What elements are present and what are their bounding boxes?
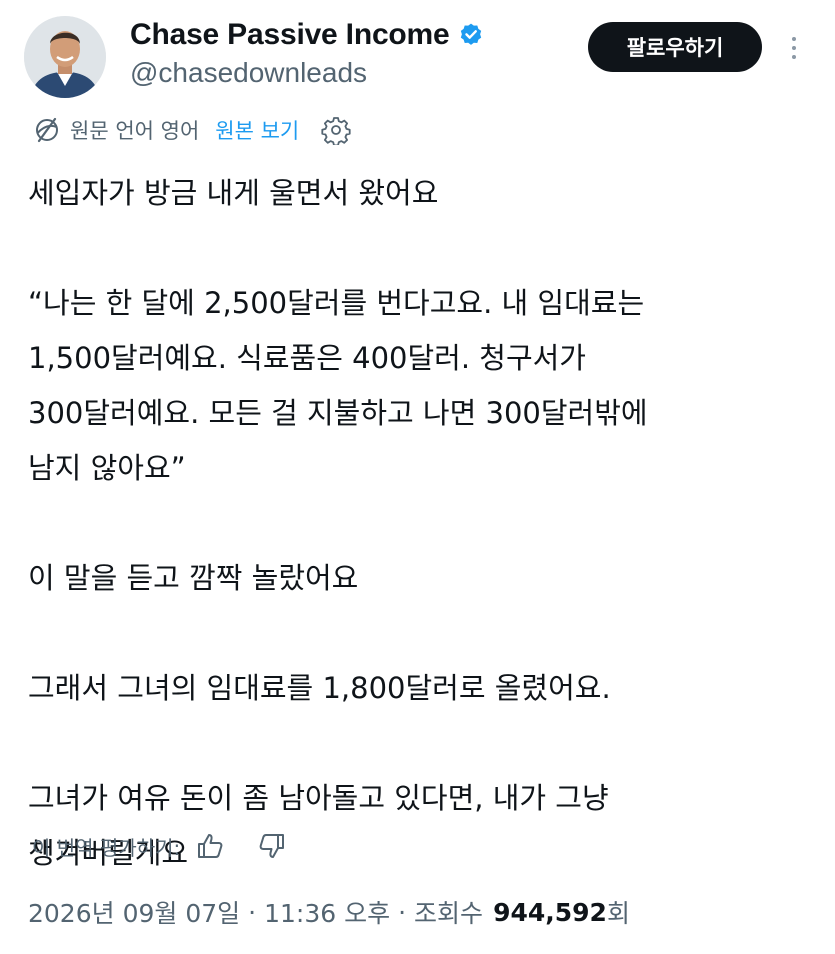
globe-translate-icon — [36, 117, 58, 143]
tweet-line: 그래서 그녀의 임대료를 1,800달러로 올렸어요. — [28, 671, 611, 705]
avatar-portrait — [24, 16, 106, 98]
tweet-line: 이 말을 듣고 깜짝 놀랐어요 — [28, 561, 359, 595]
tweet-line: 세입자가 방금 내게 울면서 왔어요 — [28, 176, 439, 210]
author-name-row: Chase Passive Income — [130, 14, 484, 56]
show-original-link[interactable]: 원본 보기 — [215, 115, 299, 145]
tweet-time[interactable]: 11:36 오후 — [264, 894, 390, 930]
meta-separator: · — [398, 897, 407, 927]
thumbs-down-icon[interactable] — [256, 830, 288, 862]
tweet-line: 300달러예요. 모든 걸 지불하고 나면 300달러밖에 — [28, 396, 648, 430]
tweet-line: 그녀가 여유 돈이 좀 남아돌고 있다면, 내가 그냥 — [28, 781, 609, 815]
thumbs-up-icon[interactable] — [194, 830, 226, 862]
author-display-name[interactable]: Chase Passive Income — [130, 18, 450, 52]
views-suffix: 회 — [606, 899, 630, 928]
views-label: 조회수 — [414, 899, 484, 928]
more-vertical-icon[interactable] — [780, 28, 808, 68]
follow-button[interactable]: 팔로우하기 — [588, 22, 762, 72]
tweet-line: “나는 한 달에 2,500달러를 번다고요. 내 임대료는 — [28, 286, 645, 320]
tweet-date[interactable]: 2026년 09월 07일 — [28, 894, 240, 930]
rate-translation-label: 이 번역 평가하기: — [32, 835, 181, 860]
rate-translation-row: 이 번역 평가하기: — [32, 826, 288, 866]
tweet-header: Chase Passive Income @chasedownleads 팔로우… — [0, 0, 835, 110]
translation-bar: 원문 언어 영어 원본 보기 — [32, 112, 351, 148]
avatar[interactable] — [24, 16, 106, 98]
tweet-line: 1,500달러예요. 식료품은 400달러. 청구서가 — [28, 341, 586, 375]
verified-badge-icon — [458, 22, 484, 48]
views-count: 944,592 — [493, 897, 607, 927]
author-handle[interactable]: @chasedownleads — [130, 57, 367, 89]
gear-icon[interactable] — [321, 115, 351, 145]
translation-note: 원문 언어 영어 — [70, 119, 200, 143]
tweet-text: 세입자가 방금 내게 울면서 왔어요 “나는 한 달에 2,500달러를 번다고… — [28, 166, 818, 881]
tweet-line: 남지 않아요” — [28, 451, 186, 485]
meta-separator: · — [248, 897, 257, 927]
tweet-meta: 2026년 09월 07일 · 11:36 오후 · 조회수 944,592 회 — [28, 888, 630, 936]
